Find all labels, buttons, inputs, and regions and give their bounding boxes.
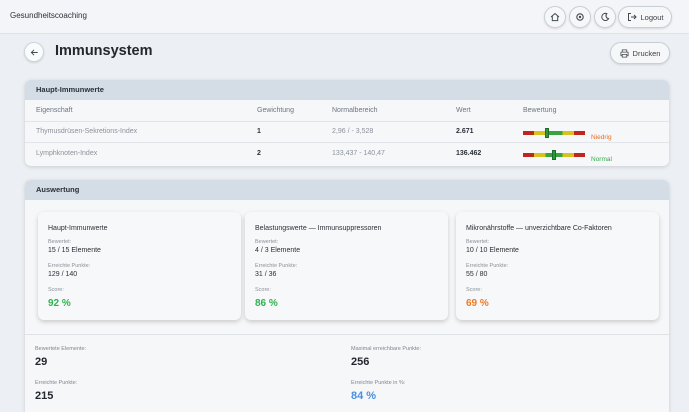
points-label: Erreichte Punkte: [35,380,78,386]
points-value: 55 / 80 [466,271,488,278]
rating-marker [544,128,549,138]
rating-label: Normal [591,156,612,163]
weight-cell: 2 [257,150,261,157]
property-cell: Thymusdrüsen-Sekretions-Index [36,128,138,135]
score-value: 92 % [48,298,71,309]
rated-label: Bewertet: [255,239,279,245]
max-points-label: Maximal erreichbare Punkte: [351,346,422,352]
score-value: 69 % [466,298,489,309]
points-value: 129 / 140 [48,271,78,278]
main-values-title: Haupt-Immunwerte [25,80,669,100]
max-points-value: 256 [351,356,370,368]
score-label: Score: [48,287,64,293]
score-card: Mikronährstoffe — unverzichtbare Co-Fakt… [456,212,659,320]
score-card: Belastungswerte — Immunsuppressoren Bewe… [245,212,448,320]
score-label: Score: [466,287,482,293]
score-card-title: Belastungswerte — Immunsuppressoren [255,225,382,232]
settings-button[interactable] [569,6,591,28]
main-values-card: Haupt-Immunwerte Eigenschaft Gewichtung … [25,80,669,166]
page-title: Immunsystem [55,43,153,59]
top-bar: Gesundheitscoaching Logout [0,0,689,34]
table-header-row: Eigenschaft Gewichtung Normalbereich Wer… [25,101,669,121]
points-value: 215 [35,390,54,402]
print-label: Drucken [632,48,661,58]
column-header: Normalbereich [332,107,378,114]
value-cell: 2.671 [456,128,474,135]
score-card-title: Haupt-Immunwerte [48,225,108,232]
weight-cell: 1 [257,128,261,135]
rating-label: Niedrig [591,134,612,141]
back-icon [30,48,38,56]
logout-icon [627,13,637,21]
score-value: 86 % [255,298,278,309]
column-header: Bewertung [523,107,557,114]
score-card-title: Mikronährstoffe — unverzichtbare Co-Fakt… [466,225,612,232]
theme-icon [601,12,610,21]
points-label: Erreichte Punkte: [255,263,298,269]
percent-label: Erreichte Punkte in %: [351,380,406,386]
points-label: Erreichte Punkte: [466,263,509,269]
table-row[interactable]: Lymphknoten-Index 2 133,437 - 140,47 136… [25,144,669,164]
page-header: Immunsystem Drucken [18,38,672,66]
settings-icon [576,13,584,21]
print-button[interactable]: Drucken [610,42,670,64]
rated-label: Bewertet: [48,239,72,245]
rated-value: 15 / 15 Elemente [48,247,101,254]
rated-value: 10 / 10 Elemente [466,247,519,254]
app-title: Gesundheitscoaching [10,11,87,20]
back-button[interactable] [24,42,44,62]
divider [25,334,669,335]
home-icon [550,12,560,22]
column-header: Eigenschaft [36,107,73,114]
range-cell: 2,96 / - 3,528 [332,128,374,135]
logout-label: Logout [640,12,664,22]
rating-marker [552,150,556,160]
logout-button[interactable]: Logout [618,6,672,28]
column-header: Wert [456,107,471,114]
rated-label: Bewertet: [466,239,490,245]
table-row[interactable]: Thymusdrüsen-Sekretions-Index 1 2,96 / -… [25,122,669,142]
rated-value: 4 / 3 Elemente [255,247,301,254]
points-value: 31 / 36 [255,271,277,278]
rated-elements-label: Bewertete Elemente: [35,346,87,352]
score-label: Score: [255,287,271,293]
rated-elements-value: 29 [35,356,48,368]
home-button[interactable] [544,6,566,28]
percent-value: 84 % [351,390,377,402]
rating-scale [523,131,585,135]
score-card: Haupt-Immunwerte Bewertet: 15 / 15 Eleme… [38,212,241,320]
value-cell: 136.462 [456,150,482,157]
property-cell: Lymphknoten-Index [36,150,98,157]
column-header: Gewichtung [257,107,294,114]
evaluation-title: Auswertung [25,180,669,200]
printer-icon [620,48,629,58]
theme-toggle-button[interactable] [594,6,616,28]
points-label: Erreichte Punkte: [48,263,91,269]
range-cell: 133,437 - 140,47 [332,150,385,157]
